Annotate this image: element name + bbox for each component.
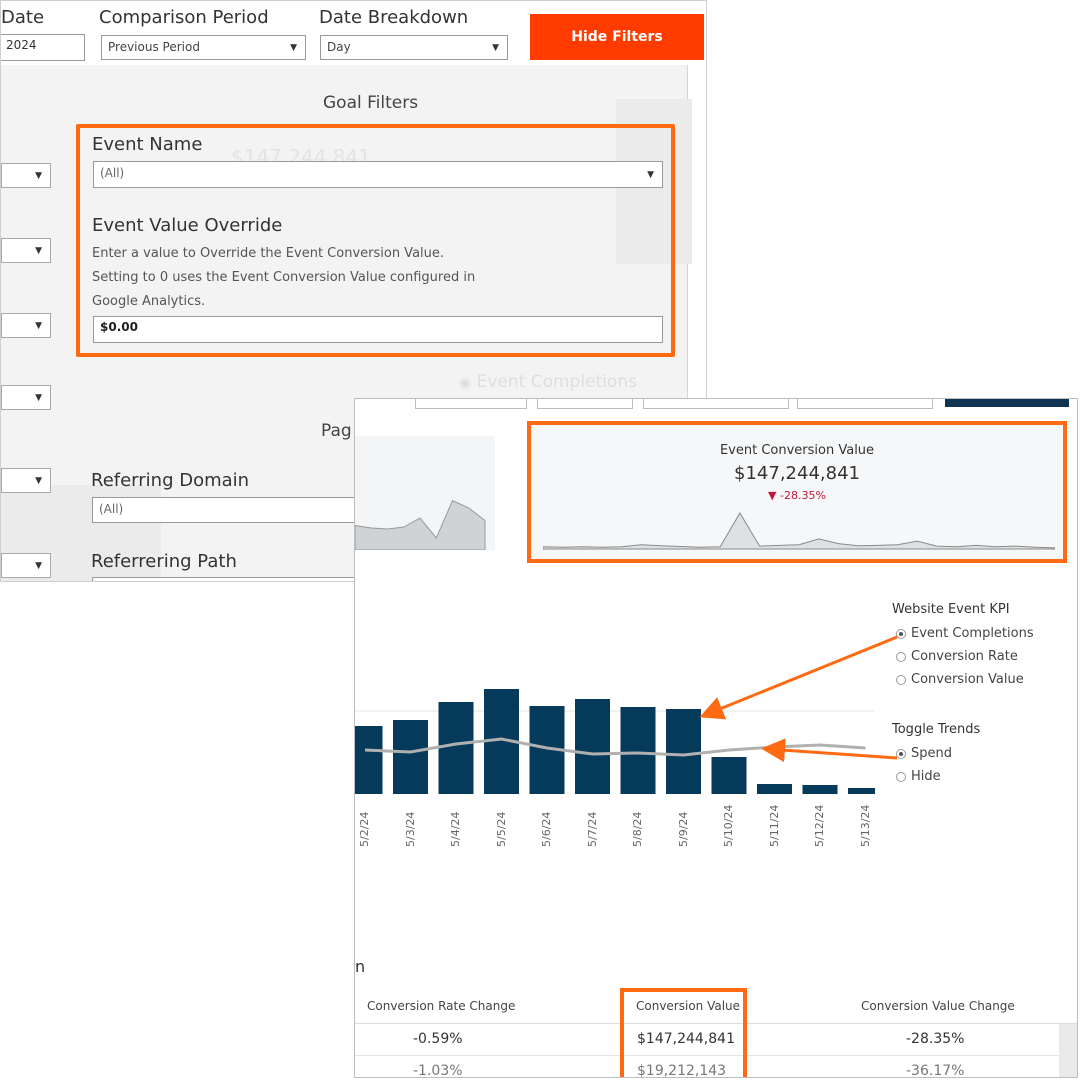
row1-conversion-rate-change: -0.59%: [413, 1031, 463, 1047]
row2-conversion-value-change: -36.17%: [906, 1063, 965, 1078]
dashboard-panel-screenshot: Event Conversion Value $147,244,841 ▼ -2…: [354, 398, 1078, 1078]
th-conversion-rate-change: Conversion Rate Change: [367, 999, 516, 1013]
goal-filters-title: Goal Filters: [323, 93, 419, 113]
chevron-down-icon: ▼: [35, 245, 42, 256]
chevron-down-icon: ▼: [647, 169, 654, 180]
comparison-period-select[interactable]: Previous Period ▼: [101, 35, 306, 60]
comparison-period-value: Previous Period: [108, 40, 200, 54]
date-input[interactable]: 2024: [1, 34, 85, 61]
override-help-line1: Enter a value to Override the Event Conv…: [92, 246, 445, 261]
ghost-radio-icon: ◉: [459, 375, 472, 391]
th-conversion-value-change: Conversion Value Change: [861, 999, 1015, 1013]
date-breakdown-value: Day: [327, 40, 351, 54]
annotation-arrows: [699, 635, 898, 763]
ghost-radio-text: Event Completions: [476, 372, 637, 392]
table-section-title: n: [355, 957, 366, 976]
chevron-down-icon: ▼: [35, 320, 42, 331]
event-name-select[interactable]: (All) ▼: [93, 161, 663, 188]
filter-select-4[interactable]: ▼: [1, 385, 51, 410]
event-name-value: (All): [100, 166, 125, 180]
comparison-period-label: Comparison Period: [99, 7, 269, 28]
date-label: Date: [1, 7, 45, 28]
filter-select-3[interactable]: ▼: [1, 313, 51, 338]
goal-filters-highlight: Event Name (All) ▼ Event Value Override …: [76, 124, 675, 357]
filter-select-2[interactable]: ▼: [1, 238, 51, 263]
date-breakdown-select[interactable]: Day ▼: [320, 35, 508, 60]
filter-select-5[interactable]: ▼: [1, 468, 51, 493]
table-scrollbar[interactable]: [1059, 1024, 1077, 1077]
referring-domain-label: Referring Domain: [91, 470, 250, 491]
hide-filters-button[interactable]: Hide Filters: [530, 14, 704, 60]
chevron-down-icon: ▼: [35, 475, 42, 486]
chevron-down-icon: ▼: [290, 42, 297, 53]
chevron-down-icon: ▼: [35, 560, 42, 571]
chevron-down-icon: ▼: [35, 392, 42, 403]
ghost-radio-label: ◉ Event Completions: [459, 372, 637, 392]
override-help-line3: Google Analytics.: [92, 294, 206, 309]
referring-path-label: Referrering Path: [91, 551, 237, 572]
override-help-line2: Setting to 0 uses the Event Conversion V…: [92, 270, 476, 285]
row2-conversion-rate-change: -1.03%: [413, 1063, 463, 1078]
conversion-value-highlight: [620, 988, 747, 1077]
chevron-down-icon: ▼: [35, 170, 42, 181]
event-value-override-label: Event Value Override: [92, 215, 283, 236]
page-filters-title: Pag: [321, 421, 352, 441]
filter-select-6[interactable]: ▼: [1, 553, 51, 578]
chevron-down-icon: ▼: [492, 42, 499, 53]
date-breakdown-label: Date Breakdown: [319, 7, 469, 28]
filter-select-1[interactable]: ▼: [1, 163, 51, 188]
arrow-to-trend: [761, 738, 898, 763]
event-value-override-input[interactable]: $0.00: [93, 316, 663, 343]
arrow-to-bars: [699, 635, 898, 720]
row1-conversion-value-change: -28.35%: [906, 1031, 965, 1047]
event-name-label: Event Name: [92, 134, 203, 155]
